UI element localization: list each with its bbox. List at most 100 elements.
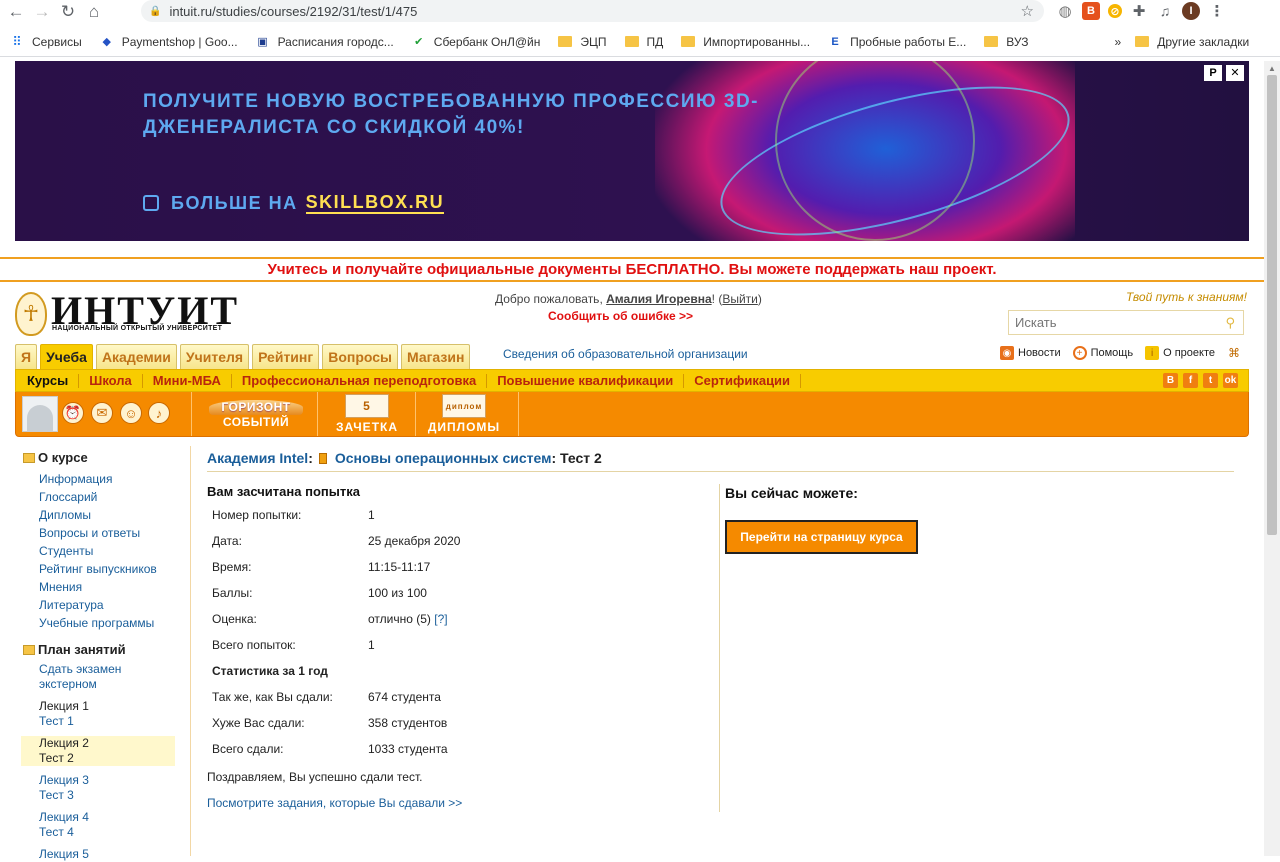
- avatar[interactable]: [22, 396, 58, 432]
- bookmark-schedule[interactable]: ▣ Расписания городс...: [256, 35, 393, 49]
- about-link[interactable]: iО проекте: [1145, 346, 1215, 360]
- forward-icon[interactable]: →: [32, 2, 52, 22]
- sidebar-item-glossary[interactable]: Глоссарий: [39, 488, 190, 506]
- back-icon[interactable]: ←: [6, 2, 26, 22]
- bookmark-apps[interactable]: ⠿ Сервисы: [10, 34, 81, 49]
- subnav-qualification[interactable]: Повышение квалификации: [487, 373, 685, 388]
- diplomas-button[interactable]: диплом ДИПЛОМЫ: [428, 392, 499, 436]
- twitter-icon[interactable]: t: [1203, 373, 1218, 388]
- sitemap-icon[interactable]: ⌘: [1227, 346, 1241, 360]
- test-link[interactable]: Тест 3: [39, 788, 74, 802]
- bookmark-sberbank[interactable]: ✔ Сбербанк ОнЛ@йн: [412, 35, 540, 49]
- review-tasks-link[interactable]: Посмотрите задания, которые Вы сдавали >…: [207, 796, 462, 810]
- alarm-clock-icon[interactable]: ⏰: [62, 402, 84, 424]
- test-link[interactable]: Тест 1: [39, 714, 74, 728]
- ad-label-badge[interactable]: Р: [1204, 65, 1222, 81]
- breadcrumb-course[interactable]: Основы операционных систем: [335, 450, 552, 466]
- sidebar-item-graduates-rating[interactable]: Рейтинг выпускников: [39, 560, 190, 578]
- test-link-current[interactable]: Тест 2: [39, 751, 74, 765]
- home-icon[interactable]: ⌂: [84, 2, 104, 22]
- row-key: Оценка:: [212, 612, 257, 626]
- row-value: 1033 студента: [368, 742, 448, 756]
- search-input[interactable]: [1015, 315, 1215, 330]
- bookmark-vuz[interactable]: ВУЗ: [984, 35, 1029, 49]
- bookmark-ecp[interactable]: ЭЦП: [558, 35, 607, 49]
- bookmark-ege[interactable]: E Пробные работы Е...: [828, 35, 966, 49]
- help-link[interactable]: + Помощь: [1072, 346, 1133, 360]
- media-icon[interactable]: ♫: [1156, 2, 1174, 20]
- lesson-plan-heading[interactable]: План занятий: [23, 642, 190, 657]
- goto-course-button[interactable]: Перейти на страницу курса: [725, 520, 918, 554]
- search-box[interactable]: ⚲: [1008, 310, 1244, 335]
- bookmark-pd[interactable]: ПД: [624, 35, 663, 49]
- bookmark-imported[interactable]: Импортированны...: [681, 35, 810, 49]
- lecture-link[interactable]: Лекция 5: [39, 847, 89, 861]
- lock-icon[interactable]: 🔒: [149, 6, 161, 17]
- sidebar-item-literature[interactable]: Литература: [39, 596, 190, 614]
- bookmark-star-icon[interactable]: ☆: [1021, 2, 1034, 20]
- brave-extension-icon[interactable]: B: [1082, 2, 1100, 20]
- facebook-icon[interactable]: f: [1183, 373, 1198, 388]
- subnav-certification[interactable]: Сертификации: [684, 373, 802, 388]
- friends-icon[interactable]: ☺: [120, 402, 142, 424]
- sidebar-item-opinions[interactable]: Мнения: [39, 578, 190, 596]
- bookmark-paymentshop[interactable]: ◆ Paymentshop | Goo...: [100, 35, 237, 49]
- reload-icon[interactable]: ↻: [58, 2, 78, 22]
- url-text[interactable]: intuit.ru/studies/courses/2192/31/test/1…: [169, 4, 417, 19]
- odnoklassniki-icon[interactable]: ok: [1223, 373, 1238, 388]
- sidebar-item-qa[interactable]: Вопросы и ответы: [39, 524, 190, 542]
- breadcrumb-academy[interactable]: Академия Intel: [207, 450, 308, 466]
- subnav-courses[interactable]: Курсы: [22, 373, 80, 388]
- report-error-link[interactable]: Сообщить об ошибке >>: [548, 309, 693, 323]
- sidebar-item-programs[interactable]: Учебные программы: [39, 614, 190, 632]
- about-course-heading[interactable]: О курсе: [23, 450, 190, 465]
- menu-dots-icon[interactable]: ⋮: [1208, 2, 1226, 20]
- scroll-up-icon[interactable]: ▲: [1268, 64, 1276, 73]
- subnav-retraining[interactable]: Профессиональная переподготовка: [232, 373, 488, 388]
- subnav-school[interactable]: Школа: [79, 373, 143, 388]
- user-name-link[interactable]: Амалия Игоревна: [606, 292, 712, 306]
- news-link[interactable]: ◉ Новости: [1000, 346, 1061, 360]
- mail-icon[interactable]: ✉: [91, 402, 113, 424]
- lecture-link[interactable]: Лекция 3: [39, 773, 89, 787]
- tab-rating[interactable]: Рейтинг: [252, 344, 320, 369]
- test-link[interactable]: Тест 4: [39, 825, 74, 839]
- grade-help-link[interactable]: [?]: [434, 612, 447, 626]
- banner-headline[interactable]: ПОЛУЧИТЕ НОВУЮ ВОСТРЕБОВАННУЮ ПРОФЕССИЮ …: [143, 89, 783, 141]
- blocker-extension-icon[interactable]: ⊘: [1108, 4, 1122, 18]
- globe-icon[interactable]: ◍: [1056, 2, 1074, 20]
- bookmark-other[interactable]: Другие закладки: [1135, 35, 1249, 49]
- banner-more-link[interactable]: БОЛЬШЕ НА SKILLBOX.RU: [143, 192, 445, 214]
- events-horizon-button[interactable]: ГОРИЗОНТ СОБЫТИЙ: [196, 396, 316, 434]
- lecture-link[interactable]: Лекция 2: [39, 736, 89, 750]
- tab-study[interactable]: Учеба: [40, 344, 93, 369]
- puzzle-icon[interactable]: ✚: [1130, 2, 1148, 20]
- scrollbar-thumb[interactable]: [1267, 75, 1277, 535]
- sidebar-item-students[interactable]: Студенты: [39, 542, 190, 560]
- record-book-button[interactable]: 5 ЗАЧЕТКА: [334, 392, 400, 436]
- lecture-link[interactable]: Лекция 1: [39, 699, 89, 713]
- tab-questions[interactable]: Вопросы: [322, 344, 398, 369]
- lecture-link[interactable]: Лекция 4: [39, 810, 89, 824]
- scrollbar[interactable]: ▲: [1264, 61, 1280, 856]
- search-icon[interactable]: ⚲: [1225, 315, 1235, 331]
- profile-avatar[interactable]: I: [1182, 2, 1200, 20]
- tab-me[interactable]: Я: [15, 344, 38, 369]
- vk-icon[interactable]: B: [1163, 373, 1178, 388]
- sidebar-item-information[interactable]: Информация: [39, 470, 190, 488]
- address-bar[interactable]: 🔒 intuit.ru/studies/courses/2192/31/test…: [141, 0, 1044, 22]
- tab-academies[interactable]: Академии: [95, 344, 177, 369]
- site-logo[interactable]: ☥ ИНТУИТ НАЦИОНАЛЬНЫЙ ОТКРЫТЫЙ УНИВЕРСИТ…: [15, 288, 237, 338]
- ad-banner[interactable]: ПОЛУЧИТЕ НОВУЮ ВОСТРЕБОВАННУЮ ПРОФЕССИЮ …: [15, 61, 1249, 241]
- sidebar-item-diplomas[interactable]: Дипломы: [39, 506, 190, 524]
- support-notice[interactable]: Учитесь и получайте официальные документ…: [0, 257, 1264, 282]
- logout-link[interactable]: Выйти: [722, 292, 758, 306]
- tab-teachers[interactable]: Учителя: [179, 344, 250, 369]
- bell-icon[interactable]: ♪: [148, 402, 170, 424]
- bookmarks-more[interactable]: »: [1115, 35, 1122, 49]
- ad-close-button[interactable]: ✕: [1226, 65, 1244, 81]
- external-exam-link[interactable]: Сдать экзамен экстерном: [39, 662, 190, 692]
- tab-shop[interactable]: Магазин: [400, 344, 471, 369]
- subnav-mini-mba[interactable]: Мини-МБА: [143, 373, 232, 388]
- org-info-link[interactable]: Сведения об образовательной организации: [503, 347, 748, 361]
